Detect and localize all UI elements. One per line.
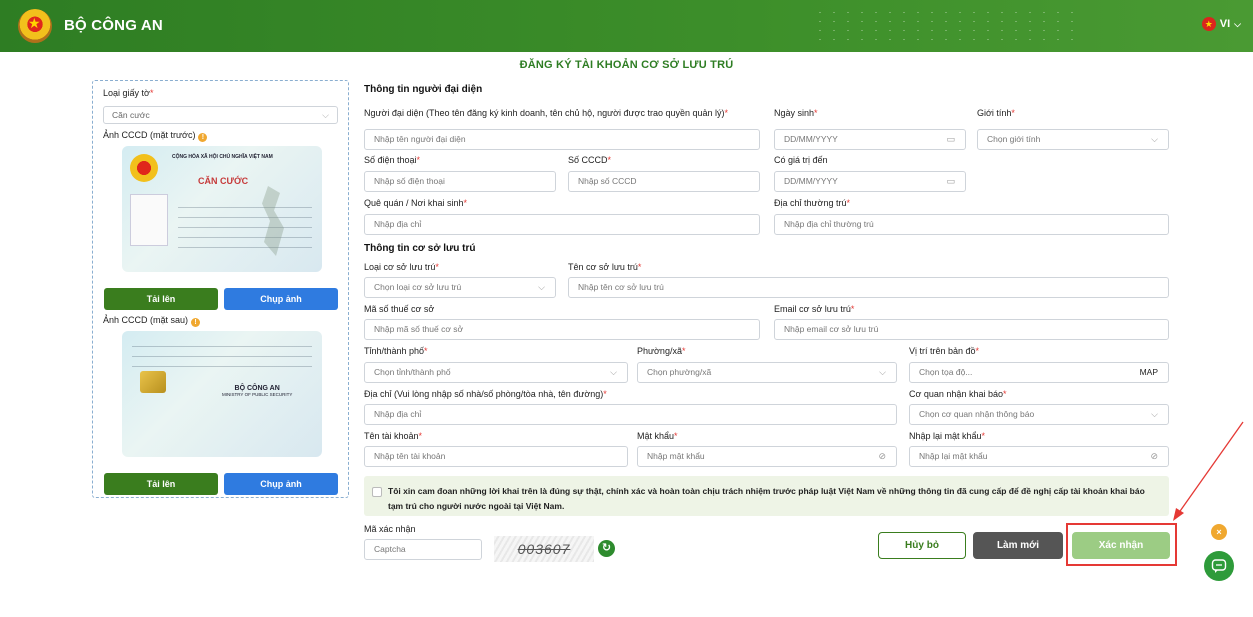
- tax-code-input[interactable]: Nhập mã số thuế cơ sở: [364, 319, 760, 340]
- eye-slash-icon[interactable]: ⊘: [1150, 447, 1158, 466]
- doc-type-label: Loại giấy tờ*: [103, 88, 154, 98]
- facility-section-title: Thông tin cơ sở lưu trú: [364, 243, 476, 254]
- commitment-box: Tôi xin cam đoan những lời khai trên là …: [364, 476, 1169, 516]
- info-icon[interactable]: !: [191, 318, 201, 327]
- chevron-down-icon: ⌵: [1151, 409, 1158, 419]
- front-photo-label: Ảnh CCCD (mặt trước)!: [103, 130, 208, 142]
- hometown-label: Quê quán / Nơi khai sinh*: [364, 198, 467, 208]
- facility-type-select[interactable]: Chọn loại cơ sở lưu trú ⌵: [364, 277, 556, 298]
- emblem-icon: [130, 154, 158, 182]
- vietnam-flag-icon: ★: [1201, 17, 1216, 31]
- phone-label: Số điện thoại*: [364, 155, 421, 165]
- map-location-input[interactable]: Chọn tọa độ... MAP: [909, 362, 1169, 383]
- facility-type-label: Loại cơ sở lưu trú*: [364, 262, 439, 272]
- agency-label: Cơ quan nhận khai báo*: [909, 389, 1007, 399]
- eye-slash-icon[interactable]: ⊘: [878, 447, 886, 466]
- cccd-input[interactable]: Nhập số CCCD: [568, 171, 760, 192]
- top-header: BỘ CÔNG AN ★ VI ⌵: [0, 0, 1253, 52]
- close-icon[interactable]: ×: [1211, 524, 1227, 540]
- id-card-front-sample: CỘNG HÒA XÃ HỘI CHỦ NGHĨA VIỆT NAM CĂN C…: [122, 146, 322, 272]
- rep-section-title: Thông tin người đại diện: [364, 84, 483, 95]
- address-label: Địa chỉ (Vui lòng nhập số nhà/số phòng/t…: [364, 389, 607, 399]
- rep-name-input[interactable]: Nhập tên người đại diện: [364, 129, 760, 150]
- chevron-down-icon: ⌵: [322, 110, 329, 120]
- chevron-down-icon: ⌵: [1151, 134, 1158, 144]
- username-label: Tên tài khoản*: [364, 431, 423, 441]
- confirm-password-input[interactable]: Nhập lại mật khẩu ⊘: [909, 446, 1169, 467]
- back-photo-label: Ảnh CCCD (mặt sau)!: [103, 315, 201, 327]
- cccd-label: Số CCCD*: [568, 155, 612, 165]
- province-label: Tỉnh/thành phố*: [364, 346, 428, 356]
- permanent-address-input[interactable]: Nhập địa chỉ thường trú: [774, 214, 1169, 235]
- portrait-placeholder: [130, 194, 168, 246]
- reset-button[interactable]: Làm mới: [973, 532, 1063, 559]
- ward-select[interactable]: Chọn phường/xã ⌵: [637, 362, 897, 383]
- chevron-down-icon: ⌵: [538, 282, 545, 292]
- header-dot-pattern: [813, 8, 1073, 46]
- org-title: BỘ CÔNG AN: [64, 17, 163, 34]
- id-card-back-sample: BỘ CÔNG AN MINISTRY OF PUBLIC SECURITY: [122, 331, 322, 457]
- hometown-input[interactable]: Nhập địa chỉ: [364, 214, 760, 235]
- info-icon[interactable]: !: [198, 133, 208, 142]
- facility-email-label: Email cơ sở lưu trú*: [774, 304, 855, 314]
- valid-until-input[interactable]: DD/MM/YYYY ▭: [774, 171, 966, 192]
- refresh-captcha-icon[interactable]: ↻: [598, 540, 615, 557]
- calendar-icon: ▭: [946, 134, 955, 144]
- captcha-label: Mã xác nhận: [364, 524, 416, 534]
- back-upload-button[interactable]: Tải lên: [104, 473, 218, 495]
- language-switcher[interactable]: ★ VI ⌵: [1201, 17, 1241, 31]
- facility-name-input[interactable]: Nhập tên cơ sở lưu trú: [568, 277, 1169, 298]
- page-title: ĐĂNG KÝ TÀI KHOẢN CƠ SỞ LƯU TRÚ: [519, 59, 734, 71]
- address-input[interactable]: Nhập địa chỉ: [364, 404, 897, 425]
- gender-select[interactable]: Chọn giới tính ⌵: [977, 129, 1169, 150]
- dob-label: Ngày sinh*: [774, 108, 818, 118]
- ward-label: Phường/xã*: [637, 346, 686, 356]
- chip-icon: [140, 371, 166, 393]
- chat-button[interactable]: [1204, 551, 1234, 581]
- language-code: VI: [1219, 18, 1231, 30]
- password-input[interactable]: Nhập mật khẩu ⊘: [637, 446, 897, 467]
- doc-type-select[interactable]: Căn cước ⌵: [103, 106, 338, 124]
- province-select[interactable]: Chọn tỉnh/thành phố ⌵: [364, 362, 628, 383]
- confirm-password-label: Nhập lại mật khẩu*: [909, 431, 986, 441]
- captcha-input[interactable]: Captcha: [364, 539, 482, 560]
- chevron-down-icon: ⌵: [1234, 18, 1241, 29]
- tax-code-label: Mã số thuế cơ sở: [364, 304, 435, 314]
- password-label: Mật khẩu*: [637, 431, 678, 441]
- permanent-address-label: Địa chỉ thường trú*: [774, 198, 850, 208]
- facility-email-input[interactable]: Nhập email cơ sở lưu trú: [774, 319, 1169, 340]
- facility-name-label: Tên cơ sở lưu trú*: [568, 262, 642, 272]
- valid-until-label: Có giá trị đến: [774, 155, 828, 165]
- front-capture-button[interactable]: Chụp ảnh: [224, 288, 338, 310]
- dob-input[interactable]: DD/MM/YYYY ▭: [774, 129, 966, 150]
- phone-input[interactable]: Nhập số điện thoại: [364, 171, 556, 192]
- annotation-arrow-icon: [1173, 421, 1244, 521]
- chevron-down-icon: ⌵: [610, 367, 617, 377]
- back-capture-button[interactable]: Chụp ảnh: [224, 473, 338, 495]
- chat-icon: [1211, 559, 1227, 573]
- police-emblem-logo: [18, 9, 52, 43]
- commitment-text: Tôi xin cam đoan những lời khai trên là …: [388, 486, 1145, 511]
- calendar-icon: ▭: [946, 176, 955, 186]
- cancel-button[interactable]: Hủy bỏ: [878, 532, 966, 559]
- commitment-checkbox[interactable]: [372, 487, 382, 497]
- chevron-down-icon: ⌵: [879, 367, 886, 377]
- agency-select[interactable]: Chọn cơ quan nhận thông báo ⌵: [909, 404, 1169, 425]
- username-input[interactable]: Nhập tên tài khoản: [364, 446, 628, 467]
- captcha-image: 003607: [494, 536, 594, 562]
- front-upload-button[interactable]: Tải lên: [104, 288, 218, 310]
- gender-label: Giới tính*: [977, 108, 1015, 118]
- map-location-label: Vị trí trên bản đồ*: [909, 346, 980, 356]
- map-button[interactable]: MAP: [1140, 363, 1158, 382]
- rep-name-label: Người đại diện (Theo tên đăng ký kinh do…: [364, 108, 729, 118]
